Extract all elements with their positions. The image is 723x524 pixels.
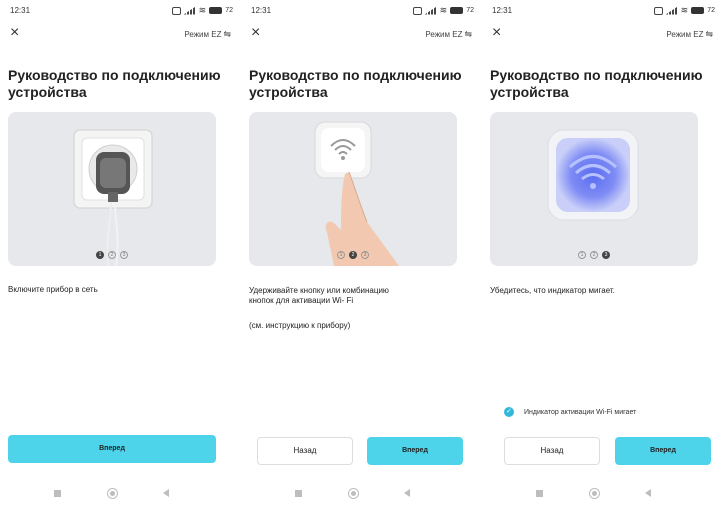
close-icon[interactable]: × [492,25,506,41]
back-button[interactable]: Назад [257,437,353,465]
status-bar: 12:31 ≋ 72 [492,4,715,18]
step-dot: 2 [108,251,116,259]
recents-nav-icon[interactable] [295,490,302,497]
home-nav-icon[interactable] [348,488,359,499]
status-time: 12:31 [10,6,31,15]
battery-percent: 72 [707,7,715,14]
step-dot: 1 [578,251,586,259]
back-nav-icon[interactable] [163,489,169,497]
step-dot: 3 [120,251,128,259]
status-bar: 12:31 ≋ 72 [10,4,233,18]
step-dot: 1 [96,251,104,259]
back-button[interactable]: Назад [504,437,600,465]
system-nav-bar [0,487,241,501]
close-icon[interactable]: × [10,25,24,41]
notification-icon [412,6,422,15]
check-icon[interactable]: ✓ [504,407,514,417]
home-nav-icon[interactable] [107,488,118,499]
notification-icon [171,6,181,15]
switch-mode-icon: ⇋ [705,29,713,39]
instruction-text: Удерживайте кнопку или комбинацию [249,286,389,295]
screen-step-2: 12:31 ≋ 72 × Режим EZ ⇋ Руководство по по… [241,0,482,524]
notification-icon [653,6,663,15]
instruction-note: (см. инструкцию к прибору) [249,321,351,330]
mode-switch-link[interactable]: Режим EZ ⇋ [425,29,472,40]
screen-step-1: 12:31 ≋ 72 × Режим EZ ⇋ Руководство по по… [0,0,241,524]
status-bar: 12:31 ≋ 72 [251,4,474,18]
step-dot: 1 [337,251,345,259]
wifi-indicator-checkbox[interactable]: ✓ Индикатор активации Wi-Fi мигает [504,407,636,417]
step-dot: 2 [590,251,598,259]
recents-nav-icon[interactable] [54,490,61,497]
mode-label: Режим EZ [666,30,704,39]
battery-percent: 72 [225,7,233,14]
step-indicator: 1 2 3 [8,251,216,259]
instruction-text: Убедитесь, что индикатор мигает. [490,286,615,295]
system-nav-bar [482,487,723,501]
mode-label: Режим EZ [425,30,463,39]
mode-switch-link[interactable]: Режим EZ ⇋ [666,29,713,40]
instruction-text: кнопок для активации Wi- Fi [249,296,354,305]
mode-label: Режим EZ [184,30,222,39]
step-indicator: 1 2 3 [490,251,698,259]
status-time: 12:31 [251,6,272,15]
close-icon[interactable]: × [251,25,265,41]
screen-step-3: 12:31 ≋ 72 × Режим EZ ⇋ Руководство по по… [482,0,723,524]
wifi-icon: ≋ [439,5,448,15]
switch-mode-icon: ⇋ [464,29,472,39]
step-dot: 3 [361,251,369,259]
wifi-icon: ≋ [680,5,689,15]
status-time: 12:31 [492,6,513,15]
next-button[interactable]: Вперед [8,435,216,463]
switch-mode-icon: ⇋ [223,29,231,39]
page-title: Руководство по подключению устройства [249,67,462,100]
back-nav-icon[interactable] [645,489,651,497]
battery-icon [450,7,464,14]
system-nav-bar [241,487,482,501]
home-nav-icon[interactable] [589,488,600,499]
next-button[interactable]: Вперед [615,437,711,465]
step-dot: 2 [349,251,357,259]
recents-nav-icon[interactable] [536,490,543,497]
step-indicator: 1 2 3 [249,251,457,259]
signal-icon [183,6,196,15]
battery-percent: 72 [466,7,474,14]
signal-icon [424,6,437,15]
back-nav-icon[interactable] [404,489,410,497]
wifi-button-press-illustration: 1 2 3 [249,112,457,266]
next-button[interactable]: Вперед [367,437,463,465]
page-title: Руководство по подключению устройства [8,67,221,100]
power-outlet-illustration: 1 2 3 [8,112,216,266]
mode-switch-link[interactable]: Режим EZ ⇋ [184,29,231,40]
instruction-text: Включите прибор в сеть [8,285,98,294]
wifi-icon: ≋ [198,5,207,15]
checkbox-label: Индикатор активации Wi-Fi мигает [524,408,637,416]
battery-icon [209,7,223,14]
battery-icon [691,7,705,14]
wifi-indicator-glow-illustration: 1 2 3 [490,112,698,266]
signal-icon [665,6,678,15]
page-title: Руководство по подключению устройства [490,67,703,100]
step-dot: 3 [602,251,610,259]
